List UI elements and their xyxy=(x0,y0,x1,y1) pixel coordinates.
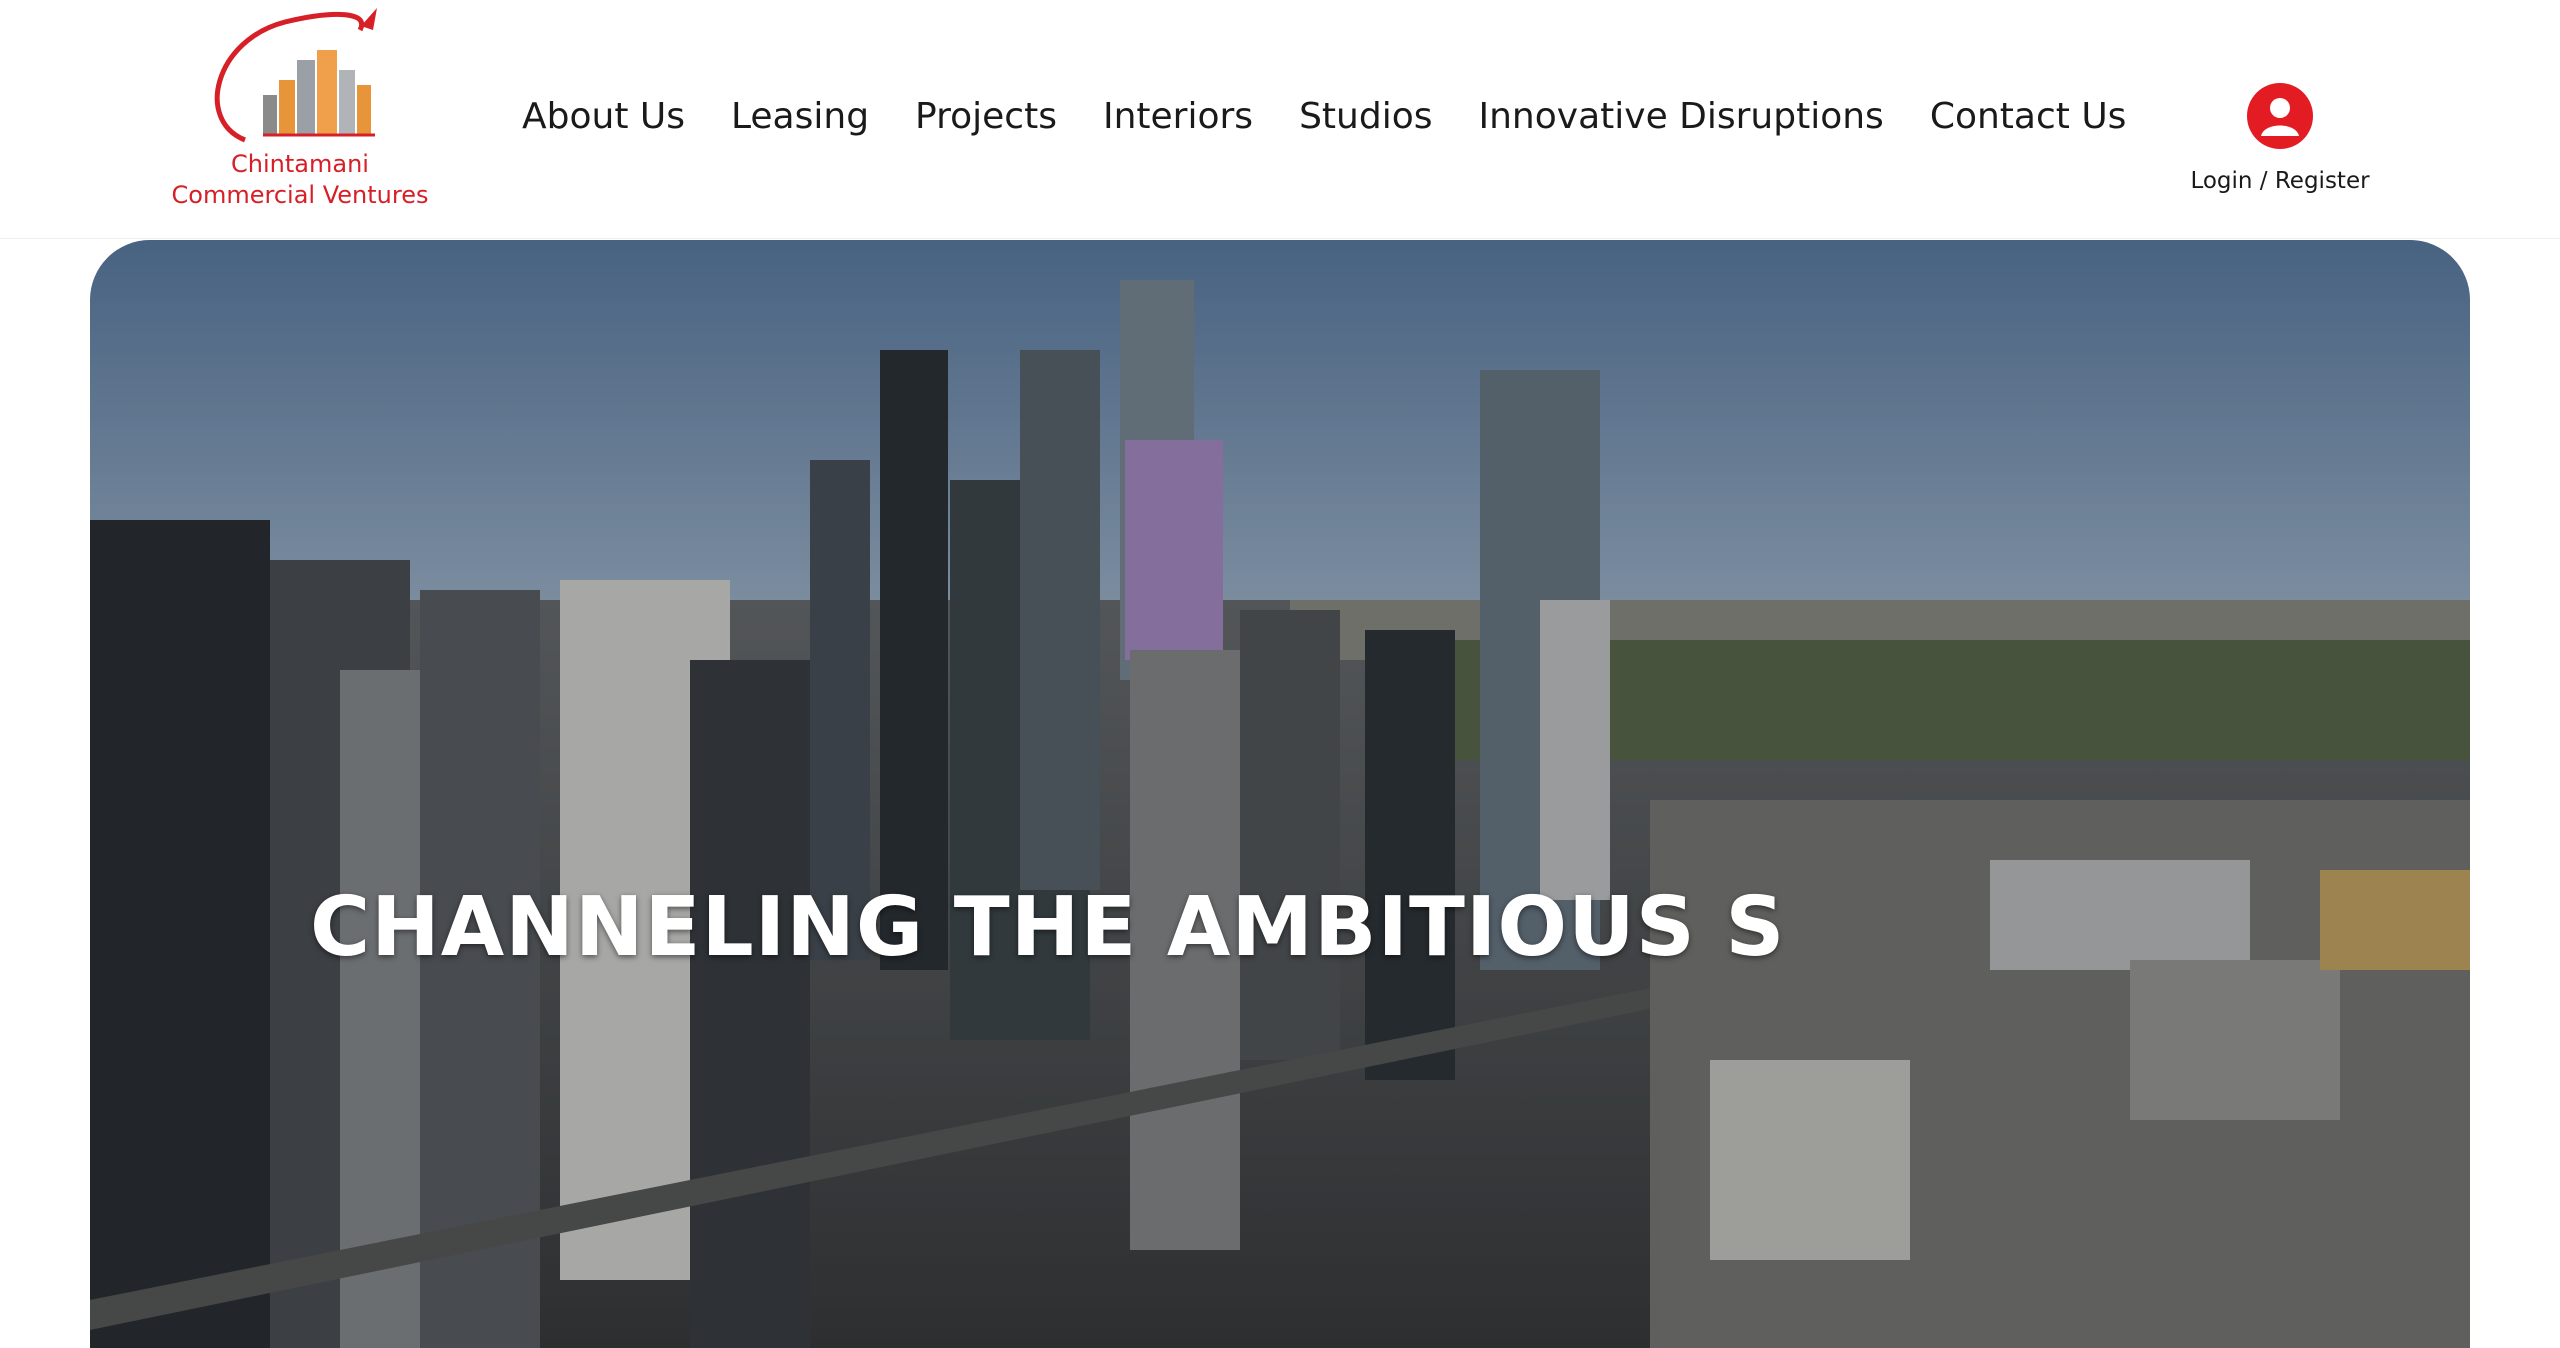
main-nav: About Us Leasing Projects Interiors Stud… xyxy=(522,86,2126,146)
nav-item-about-us[interactable]: About Us xyxy=(522,96,685,137)
nav-item-projects[interactable]: Projects xyxy=(915,96,1057,137)
site-header: Chintamani Commercial Ventures About Us … xyxy=(0,0,2560,239)
user-circle-icon[interactable] xyxy=(2246,82,2314,150)
nav-item-studios[interactable]: Studios xyxy=(1299,96,1432,137)
login-register-button[interactable]: Login / Register xyxy=(2180,82,2380,194)
nav-item-contact-us[interactable]: Contact Us xyxy=(1930,96,2127,137)
brand-name-line1: Chintamani xyxy=(231,150,369,178)
login-register-label[interactable]: Login / Register xyxy=(2180,168,2380,194)
city-skyline-image xyxy=(90,240,2470,1348)
nav-item-innovative-disruptions[interactable]: Innovative Disruptions xyxy=(1479,96,1884,137)
nav-item-leasing[interactable]: Leasing xyxy=(731,96,869,137)
logo-mark-icon xyxy=(214,8,377,143)
brand-name-line2: Commercial Ventures xyxy=(171,181,429,209)
hero-headline: CHANNELING THE AMBITIOUS S xyxy=(310,880,1786,975)
nav-item-interiors[interactable]: Interiors xyxy=(1103,96,1253,137)
brand-logo[interactable]: Chintamani Commercial Ventures xyxy=(165,0,435,215)
hero-video[interactable]: CHANNELING THE AMBITIOUS S xyxy=(90,240,2470,1348)
